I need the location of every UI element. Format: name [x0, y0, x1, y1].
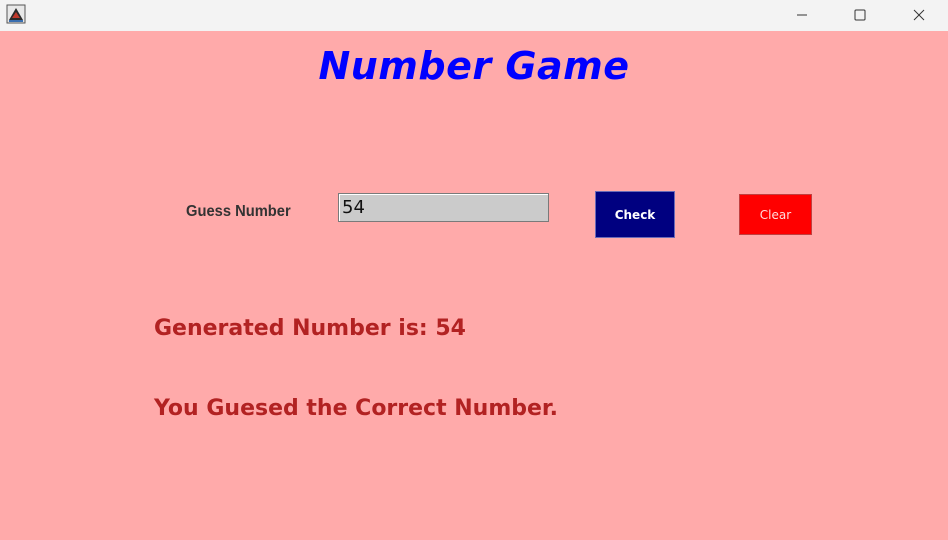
clear-button-label: Clear: [759, 207, 792, 222]
title-bar: [0, 0, 948, 31]
guess-number-label: Guess Number: [186, 203, 291, 220]
close-button[interactable]: [896, 0, 942, 31]
generated-number-text: Generated Number is: 54: [154, 316, 466, 341]
guess-number-input[interactable]: [338, 193, 549, 222]
maximize-button[interactable]: [837, 0, 883, 31]
minimize-button[interactable]: [779, 0, 825, 31]
check-button-label: Check: [614, 207, 656, 222]
minimize-icon: [796, 6, 808, 25]
close-icon: [913, 6, 925, 25]
game-title: Number Game: [318, 44, 630, 88]
check-button[interactable]: Check: [595, 191, 675, 238]
maximize-icon: [854, 6, 866, 25]
result-message-text: You Guesed the Correct Number.: [154, 396, 559, 421]
clear-button[interactable]: Clear: [739, 194, 812, 235]
java-app-icon[interactable]: [6, 4, 26, 24]
app-window: Number Game Guess Number Check Clear Gen…: [0, 0, 948, 540]
